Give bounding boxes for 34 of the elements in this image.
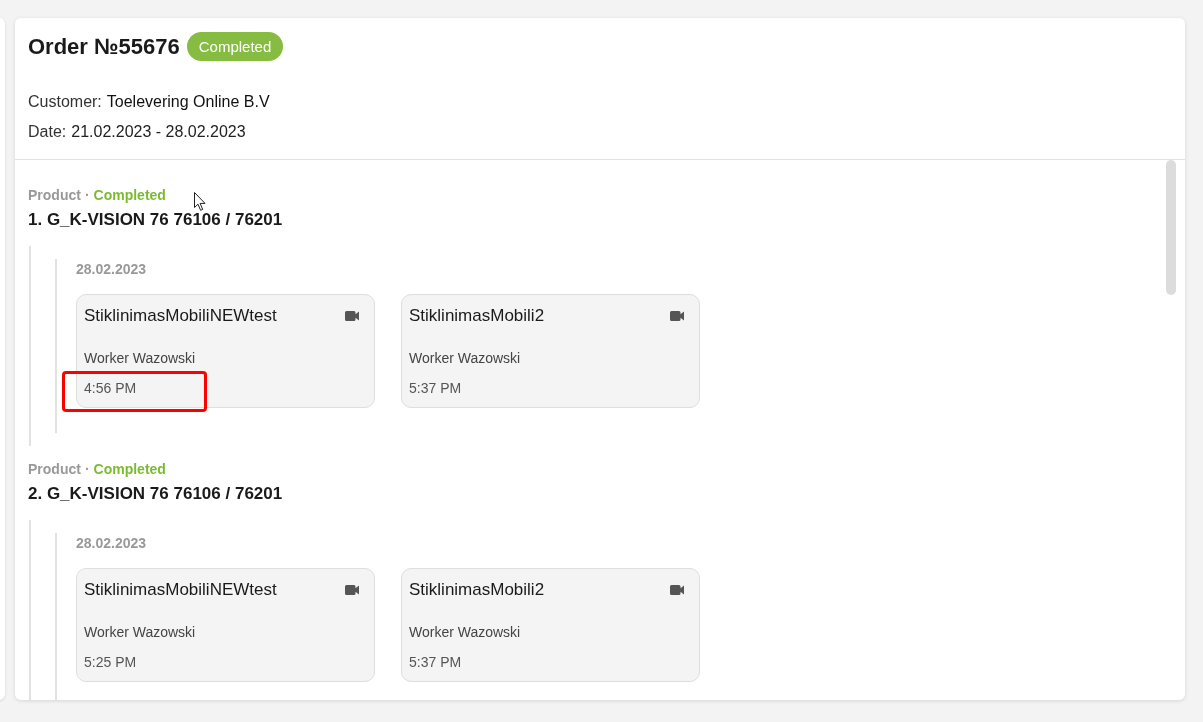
mouse-pointer-icon bbox=[194, 192, 206, 211]
video-camera-icon[interactable] bbox=[345, 585, 359, 595]
event-time: 5:25 PM bbox=[84, 653, 137, 672]
date-label: Date: bbox=[28, 122, 67, 142]
product-name: 2. G_K-VISION 76 76106 / 76201 bbox=[28, 483, 283, 505]
worker-name: Worker Wazowski bbox=[409, 349, 521, 368]
video-camera-icon[interactable] bbox=[670, 311, 684, 321]
event-title: StiklinimasMobiliNEWtest bbox=[84, 305, 277, 327]
status-badge: Completed bbox=[186, 32, 284, 61]
product-name: 1. G_K-VISION 76 76106 / 76201 bbox=[28, 209, 283, 231]
event-title: StiklinimasMobiliNEWtest bbox=[84, 579, 277, 601]
event-time: 5:37 PM bbox=[409, 379, 462, 398]
event-card[interactable]: StiklinimasMobili2 Worker Wazowski 5:37 PM bbox=[401, 568, 700, 682]
customer-label: Customer: bbox=[28, 92, 102, 112]
day-date: 28.02.2023 bbox=[76, 534, 147, 553]
worker-name: Worker Wazowski bbox=[84, 623, 196, 642]
scrollbar-thumb[interactable] bbox=[1166, 160, 1176, 295]
event-time: 5:37 PM bbox=[409, 653, 462, 672]
day-date: 28.02.2023 bbox=[76, 260, 147, 279]
date-range: 21.02.2023 - 28.02.2023 bbox=[71, 122, 246, 142]
customer-name: Toelevering Online B.V bbox=[106, 92, 270, 112]
event-time: 4:56 PM bbox=[84, 379, 137, 398]
event-card[interactable]: StiklinimasMobiliNEWtest Worker Wazowski 5:25 PM bbox=[76, 568, 375, 682]
video-camera-icon[interactable] bbox=[345, 311, 359, 321]
order-title: Order №55676 bbox=[28, 32, 180, 61]
event-title: StiklinimasMobili2 bbox=[409, 305, 545, 327]
event-card[interactable]: StiklinimasMobiliNEWtest Worker Wazowski 4:56 PM bbox=[76, 294, 375, 408]
event-card[interactable]: StiklinimasMobili2 Worker Wazowski 5:37 PM bbox=[401, 294, 700, 408]
product-status-line: Product · Completed bbox=[28, 460, 166, 479]
worker-name: Worker Wazowski bbox=[409, 623, 521, 642]
worker-name: Worker Wazowski bbox=[84, 349, 196, 368]
product-status-line: Product · Completed bbox=[28, 186, 166, 205]
video-camera-icon[interactable] bbox=[670, 585, 684, 595]
event-title: StiklinimasMobili2 bbox=[409, 579, 545, 601]
